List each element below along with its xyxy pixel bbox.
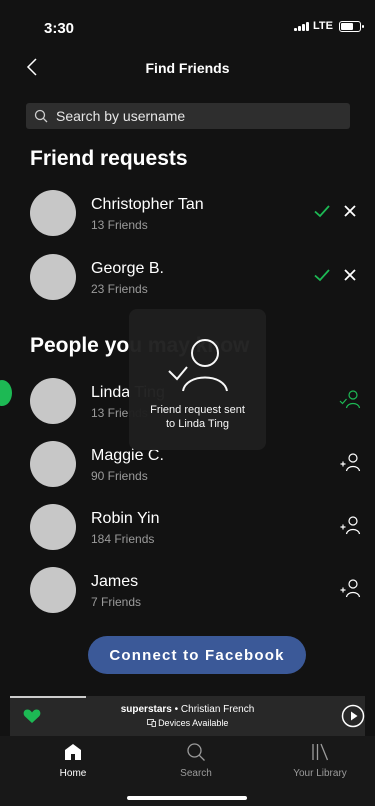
devices-available[interactable]: Devices Available <box>70 718 305 728</box>
battery-icon <box>339 20 364 32</box>
avatar <box>30 441 76 487</box>
avatar <box>30 378 76 424</box>
friend-name: Christopher Tan <box>91 196 204 213</box>
status-indicators: LTE <box>294 20 364 32</box>
track-separator: • <box>171 704 181 715</box>
devices-label: Devices Available <box>158 718 229 728</box>
nav-bar: Find Friends <box>0 50 375 84</box>
tab-label: Search <box>180 768 212 779</box>
friend-requests-heading: Friend requests <box>30 147 188 170</box>
add-friend-icon[interactable] <box>339 577 361 599</box>
friend-request-toast: Friend request sent to Linda Ting <box>129 309 266 450</box>
status-bar: 3:30 LTE <box>0 0 375 44</box>
friend-request-row[interactable]: George B. 23 Friends <box>0 254 375 310</box>
search-bar[interactable] <box>26 103 350 129</box>
heart-icon[interactable] <box>23 708 41 724</box>
friend-count: 184 Friends <box>91 532 155 546</box>
artist-name: Christian French <box>180 704 255 715</box>
suggested-friend-row[interactable]: Robin Yin 184 Friends <box>0 504 375 560</box>
friend-request-sent-icon <box>168 339 228 392</box>
network-label: LTE <box>313 20 333 32</box>
accept-check-icon[interactable] <box>313 202 331 220</box>
connect-facebook-button[interactable]: Connect to Facebook <box>88 636 306 674</box>
search-icon <box>187 743 205 761</box>
tab-label: Home <box>59 768 87 779</box>
tab-label: Your Library <box>293 768 347 779</box>
add-friend-icon[interactable] <box>339 514 361 536</box>
toast-line-1: Friend request sent <box>150 404 245 416</box>
song-title: superstars <box>120 704 172 715</box>
page-title: Find Friends <box>145 60 230 76</box>
avatar <box>30 567 76 613</box>
friend-count: 7 Friends <box>91 595 142 609</box>
tab-your-library[interactable]: Your Library <box>270 742 370 779</box>
decline-x-icon[interactable] <box>341 266 359 284</box>
search-icon <box>34 109 48 123</box>
status-time: 3:30 <box>44 20 75 37</box>
friend-count: 13 Friends <box>91 218 148 232</box>
friend-count: 23 Friends <box>91 282 148 296</box>
friend-count: 90 Friends <box>91 469 148 483</box>
library-icon <box>312 743 329 761</box>
friend-name: James <box>91 573 139 590</box>
friend-name: George B. <box>91 260 164 277</box>
tab-search[interactable]: Search <box>146 742 246 779</box>
track-info: superstars • Christian French <box>70 704 305 715</box>
playback-progress <box>10 696 86 698</box>
accept-check-icon[interactable] <box>313 266 331 284</box>
friend-name: Robin Yin <box>91 510 160 527</box>
signal-icon <box>294 21 310 31</box>
friend-requested-icon[interactable] <box>339 388 361 410</box>
devices-icon <box>146 719 156 727</box>
add-friend-icon[interactable] <box>339 451 361 473</box>
suggested-friend-row[interactable]: James 7 Friends <box>0 567 375 623</box>
decline-x-icon[interactable] <box>341 202 359 220</box>
home-icon <box>65 744 81 760</box>
friend-request-row[interactable]: Christopher Tan 13 Friends <box>0 190 375 246</box>
search-input[interactable] <box>54 107 338 125</box>
home-indicator <box>127 796 247 800</box>
avatar <box>30 254 76 300</box>
avatar <box>30 504 76 550</box>
toast-message: Friend request sent to Linda Ting <box>135 403 260 431</box>
toast-line-2: to Linda Ting <box>166 418 229 430</box>
avatar <box>30 190 76 236</box>
mini-player[interactable]: superstars • Christian French Devices Av… <box>10 696 365 736</box>
tab-home[interactable]: Home <box>23 742 123 779</box>
play-icon[interactable] <box>341 704 365 728</box>
